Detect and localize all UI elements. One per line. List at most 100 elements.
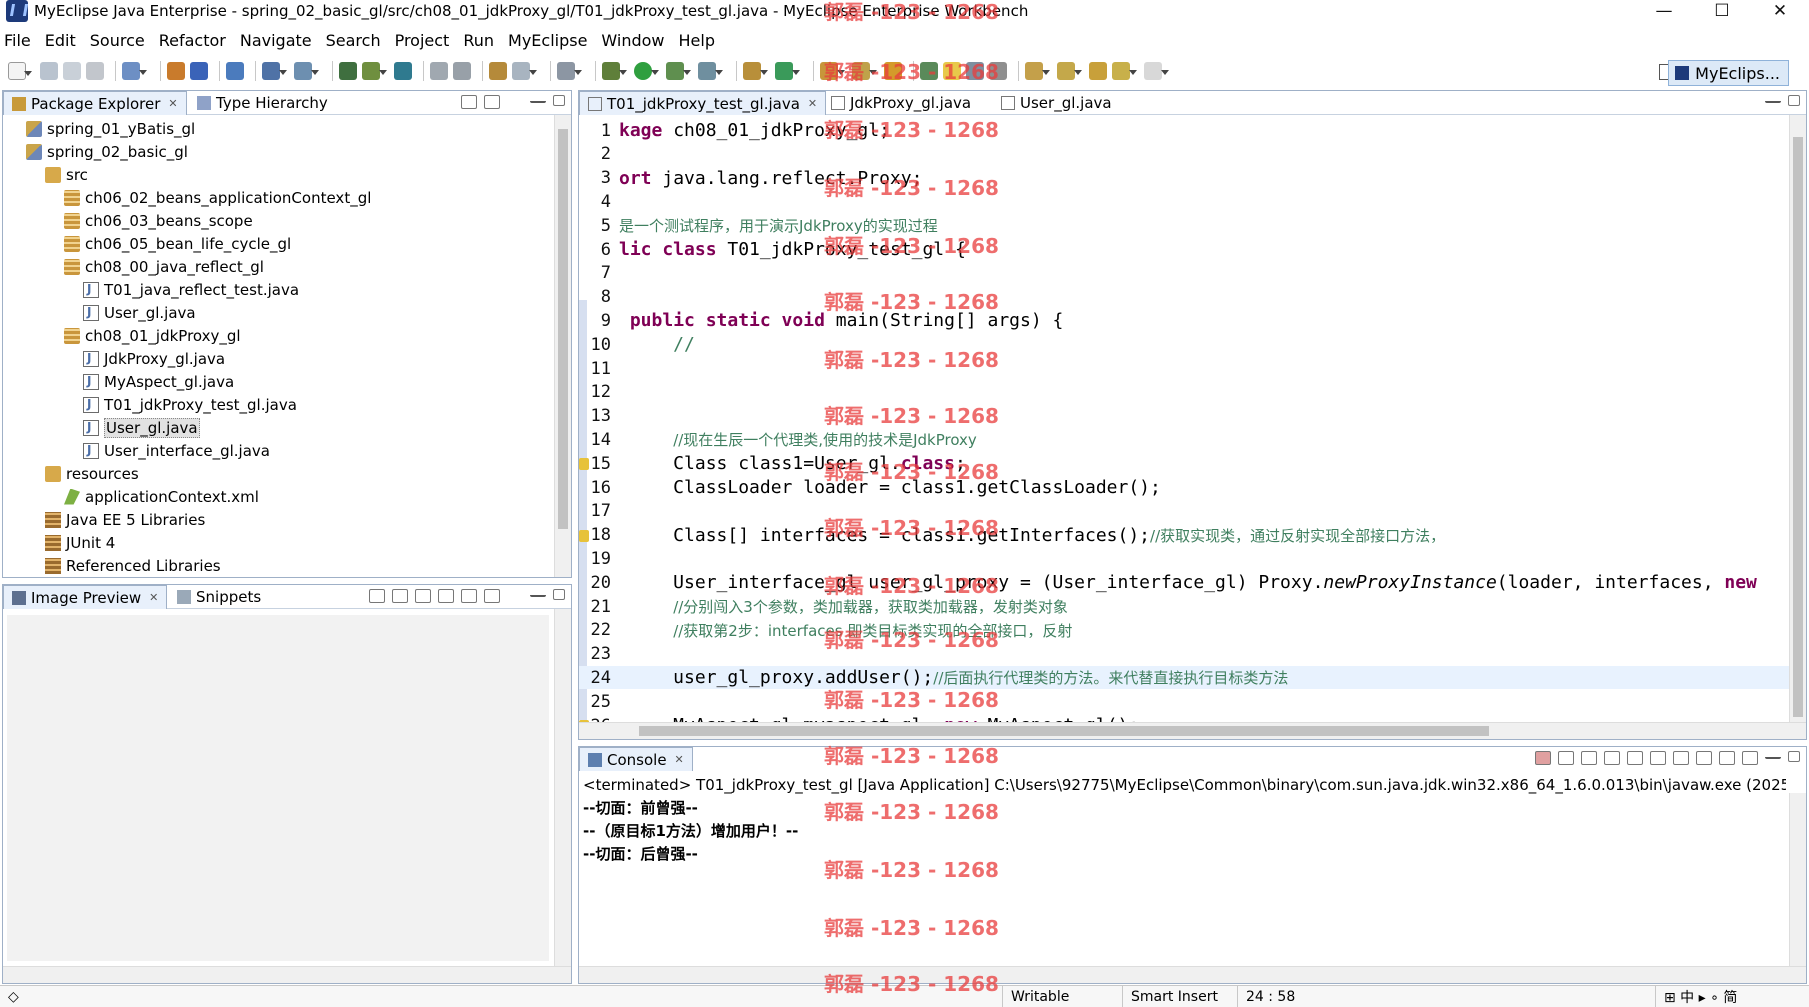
input-method-indicator[interactable]: ⊞ 中 ▸ ∘ 简 — [1655, 986, 1809, 1007]
refresh-icon[interactable] — [369, 589, 385, 603]
code-line[interactable]: 6 lic class T01_jdkProxy_test_gl { — [579, 238, 1789, 261]
tab-console[interactable]: Console ✕ — [579, 747, 693, 771]
back-history-icon[interactable] — [430, 62, 448, 80]
clear-console-icon[interactable] — [1604, 751, 1620, 765]
code-line[interactable]: 23 — [579, 643, 1789, 666]
tree-item[interactable]: src — [3, 163, 88, 186]
code-line[interactable]: 21 //分别闯入3个参数，类加载器，获取类加载器，发射类对象 — [579, 595, 1789, 618]
collapse-all-icon[interactable] — [461, 95, 477, 109]
back-icon[interactable] — [1112, 62, 1137, 80]
tab-package-explorer[interactable]: Package Explorer ✕ — [3, 91, 187, 115]
close-button[interactable]: ✕ — [1751, 0, 1809, 22]
new-web-service-icon[interactable] — [262, 62, 287, 80]
show-console-on-stdout-icon[interactable] — [1650, 751, 1666, 765]
tree-item[interactable]: MyAspect_gl.java — [3, 370, 234, 393]
tree-item[interactable]: Referenced Libraries — [3, 554, 221, 577]
menu-refactor[interactable]: Refactor — [159, 31, 226, 50]
minimize-view-icon[interactable] — [530, 589, 546, 597]
close-icon[interactable]: ✕ — [675, 753, 684, 766]
zoom-in-icon[interactable] — [438, 589, 454, 603]
tree-item[interactable]: ch06_03_beans_scope — [3, 209, 253, 232]
minimize-view-icon[interactable] — [1765, 751, 1781, 759]
tab-type-hierarchy[interactable]: Type Hierarchy — [189, 91, 336, 115]
code-line[interactable]: 8 — [579, 286, 1789, 309]
tree-item[interactable]: spring_01_yBatis_gl — [3, 117, 195, 140]
tree-item[interactable]: User_interface_gl.java — [3, 439, 270, 462]
menu-run[interactable]: Run — [463, 31, 494, 50]
open-task-icon[interactable] — [884, 62, 902, 80]
scroll-lock-icon[interactable] — [1627, 751, 1643, 765]
minimize-view-icon[interactable] — [1765, 95, 1781, 103]
maximize-view-icon[interactable] — [553, 95, 565, 106]
menu-navigate[interactable]: Navigate — [240, 31, 312, 50]
code-line[interactable]: 5 是一个测试程序，用于演示JdkProxy的实现过程 — [579, 214, 1789, 237]
code-line[interactable]: 16 ClassLoader loader = class1.getClassL… — [579, 476, 1789, 499]
maximize-view-icon[interactable] — [1788, 751, 1800, 762]
scrollbar-thumb[interactable] — [639, 726, 1489, 736]
code-editor[interactable]: 1 kage ch08_01_jdkProxy_gl; 2 3 ort java.lan… — [579, 115, 1789, 722]
zoom-fit-icon[interactable] — [392, 589, 408, 603]
code-line[interactable]: 4 — [579, 190, 1789, 213]
code-line[interactable]: 1 kage ch08_01_jdkProxy_gl; — [579, 119, 1789, 142]
print-icon[interactable] — [86, 62, 104, 80]
editor-vertical-scrollbar[interactable] — [1789, 115, 1806, 739]
code-line[interactable]: 14 //现在生辰一个代理类,使用的技术是JdkProxy — [579, 428, 1789, 451]
code-line[interactable]: 3 ort java.lang.reflect.Proxy; — [579, 167, 1789, 190]
zoom-out-icon[interactable] — [415, 589, 431, 603]
open-console-icon[interactable] — [557, 62, 582, 80]
code-line[interactable]: 11 — [579, 357, 1789, 380]
new-package-icon[interactable] — [743, 62, 768, 80]
debug-icon[interactable] — [602, 62, 627, 80]
run-external-icon[interactable] — [666, 62, 691, 80]
tree-item[interactable]: JUnit 4 — [3, 531, 115, 554]
preview-horizontal-scrollbar[interactable] — [3, 966, 571, 983]
editor-horizontal-scrollbar[interactable] — [579, 722, 1806, 739]
code-line[interactable]: 24 user_gl_proxy.addUser();//后面执行代理类的方法。… — [579, 666, 1789, 690]
actual-size-icon[interactable] — [461, 589, 477, 603]
code-line[interactable]: 25 — [579, 690, 1789, 713]
show-console-on-stderr-icon[interactable] — [1673, 751, 1689, 765]
minimize-view-icon[interactable] — [530, 95, 546, 103]
tree-item[interactable]: Java EE 5 Libraries — [3, 508, 205, 531]
menu-window[interactable]: Window — [601, 31, 664, 50]
code-line[interactable]: 13 — [579, 405, 1789, 428]
code-line[interactable]: 20 User_interface_gl user_gl_proxy = (Us… — [579, 571, 1789, 594]
tree-item[interactable]: ch08_00_java_reflect_gl — [3, 255, 264, 278]
close-icon[interactable]: ✕ — [808, 97, 817, 110]
fit-window-icon[interactable] — [484, 589, 500, 603]
tree-item[interactable]: spring_02_basic_gl — [3, 140, 188, 163]
pin-console-icon[interactable] — [1696, 751, 1712, 765]
tab-user-gl[interactable]: User_gl.java — [993, 91, 1120, 115]
display-selected-console-icon[interactable] — [1719, 751, 1735, 765]
code-line[interactable]: 19 — [579, 547, 1789, 570]
menu-myeclipse[interactable]: MyEclipse — [508, 31, 587, 50]
last-edit-location-icon[interactable] — [1089, 62, 1107, 80]
console-vertical-scrollbar[interactable] — [1789, 793, 1806, 983]
tree-item[interactable]: ch06_02_beans_applicationContext_gl — [3, 186, 371, 209]
scrollbar-thumb[interactable] — [558, 129, 568, 529]
code-line[interactable]: 10 // — [579, 333, 1789, 356]
previous-annotation-icon[interactable] — [1057, 62, 1082, 80]
preview-vertical-scrollbar[interactable] — [554, 609, 571, 983]
code-line[interactable]: 15 Class class1=User_gl.class; — [579, 452, 1789, 475]
tree-item[interactable]: T01_java_reflect_test.java — [3, 278, 299, 301]
server-icon[interactable] — [226, 62, 244, 80]
forward-icon[interactable] — [1144, 62, 1169, 80]
coverage-icon[interactable] — [698, 62, 723, 80]
terminate-icon[interactable] — [1535, 751, 1551, 765]
tab-snippets[interactable]: Snippets — [169, 585, 269, 609]
tree-item[interactable]: ch06_05_bean_life_cycle_gl — [3, 232, 291, 255]
tree-item[interactable]: ch08_01_jdkProxy_gl — [3, 324, 241, 347]
next-annotation-icon[interactable] — [1025, 62, 1050, 80]
close-icon[interactable]: ✕ — [149, 591, 158, 604]
search-icon[interactable] — [852, 62, 877, 80]
code-line[interactable]: 18 Class[] interfaces = class1.getInterf… — [579, 524, 1789, 547]
menu-search[interactable]: Search — [326, 31, 381, 50]
code-line[interactable]: 22 //获取第2步：interfaces 即类目标类实现的全部接口，反射 — [579, 619, 1789, 642]
menu-source[interactable]: Source — [90, 31, 145, 50]
code-line[interactable]: 7 — [579, 262, 1789, 285]
menu-project[interactable]: Project — [395, 31, 450, 50]
warning-icon[interactable] — [579, 529, 589, 542]
forward-history-icon[interactable] — [453, 62, 471, 80]
tree-item[interactable]: User_gl.java — [3, 301, 196, 324]
